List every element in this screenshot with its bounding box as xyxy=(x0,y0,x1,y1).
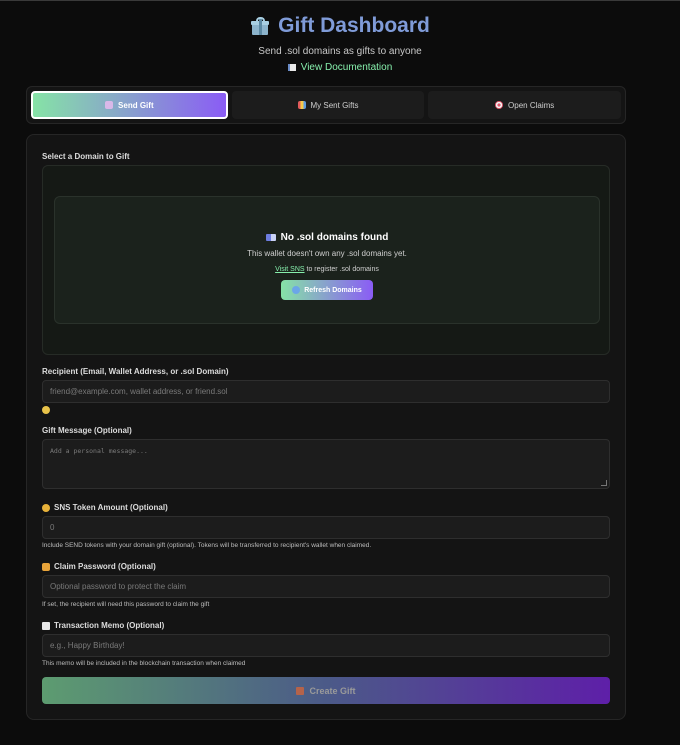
gift-message-placeholder: Add a personal message... xyxy=(50,447,148,455)
transaction-memo-help: This memo will be included in the blockc… xyxy=(42,660,246,667)
recipient-label: Recipient (Email, Wallet Address, or .so… xyxy=(42,367,229,376)
view-documentation-label: View Documentation xyxy=(300,62,393,73)
tab-open-claims[interactable]: Open Claims xyxy=(428,91,622,119)
coin-icon xyxy=(42,503,50,512)
tab-send-gift[interactable]: Send Gift xyxy=(31,91,228,119)
gift-icon xyxy=(105,101,114,109)
tab-my-sent-gifts[interactable]: My Sent Gifts xyxy=(231,91,425,119)
page-title-text: Gift Dashboard xyxy=(278,14,430,37)
create-gift-button[interactable]: Create Gift xyxy=(42,677,610,704)
claim-password-label: Claim Password (Optional) xyxy=(42,562,156,571)
refresh-domains-label: Refresh Domains xyxy=(304,286,362,294)
page-title: Gift Dashboard xyxy=(250,13,430,39)
lightbulb-icon xyxy=(42,406,50,414)
refresh-domains-button[interactable]: Refresh Domains xyxy=(281,280,373,300)
resize-handle-icon[interactable] xyxy=(601,480,607,486)
sns-token-amount-input[interactable]: 0 xyxy=(42,516,610,539)
domain-select-panel: No .sol domains found This wallet doesn'… xyxy=(42,165,610,355)
target-icon xyxy=(495,101,504,109)
recipient-input[interactable]: friend@example.com, wallet address, or f… xyxy=(42,380,610,403)
empty-state-hint: Visit SNS to register .sol domains xyxy=(55,266,599,273)
sns-token-help: Include SEND tokens with your domain gif… xyxy=(42,542,372,549)
refresh-icon xyxy=(292,286,301,294)
tab-my-sent-gifts-label: My Sent Gifts xyxy=(310,100,359,110)
view-documentation-link[interactable]: View Documentation xyxy=(287,62,393,73)
send-gift-form: Select a Domain to Gift No .sol domains … xyxy=(26,134,626,720)
transaction-memo-label-text: Transaction Memo (Optional) xyxy=(54,621,165,630)
chart-icon xyxy=(297,101,306,109)
domain-select-label: Select a Domain to Gift xyxy=(42,152,130,161)
empty-domains-state: No .sol domains found This wallet doesn'… xyxy=(54,196,600,324)
book-icon xyxy=(287,64,296,71)
gift-icon xyxy=(250,16,270,36)
tab-bar: Send Gift My Sent Gifts Open Claims xyxy=(26,86,626,124)
gift-message-input[interactable]: Add a personal message... xyxy=(42,439,610,489)
empty-state-description: This wallet doesn't own any .sol domains… xyxy=(247,249,407,258)
claim-password-label-text: Claim Password (Optional) xyxy=(54,562,156,571)
transaction-memo-input[interactable]: e.g., Happy Birthday! xyxy=(42,634,610,657)
empty-state-title: No .sol domains found xyxy=(265,232,389,243)
recipient-help xyxy=(42,406,50,414)
sns-token-label-text: SNS Token Amount (Optional) xyxy=(54,503,168,512)
page-subtitle: Send .sol domains as gifts to anyone xyxy=(258,46,422,57)
sns-token-label: SNS Token Amount (Optional) xyxy=(42,503,168,512)
transaction-memo-label: Transaction Memo (Optional) xyxy=(42,621,164,630)
visit-sns-link[interactable]: Visit SNS xyxy=(275,266,304,273)
gift-message-label: Gift Message (Optional) xyxy=(42,426,132,435)
gift-icon xyxy=(296,686,305,695)
tab-open-claims-label: Open Claims xyxy=(508,100,555,110)
tab-send-gift-label: Send Gift xyxy=(118,100,154,110)
claim-password-input[interactable]: Optional password to protect the claim xyxy=(42,575,610,598)
empty-state-hint-suffix: to register .sol domains xyxy=(306,266,379,273)
memo-icon xyxy=(42,621,50,630)
claim-password-help: If set, the recipient will need this pas… xyxy=(42,601,210,608)
card-index-icon xyxy=(265,234,276,241)
empty-state-title-text: No .sol domains found xyxy=(280,232,389,243)
page-header: Gift Dashboard Send .sol domains as gift… xyxy=(0,1,680,76)
create-gift-label: Create Gift xyxy=(309,685,356,696)
lock-icon xyxy=(42,562,50,571)
